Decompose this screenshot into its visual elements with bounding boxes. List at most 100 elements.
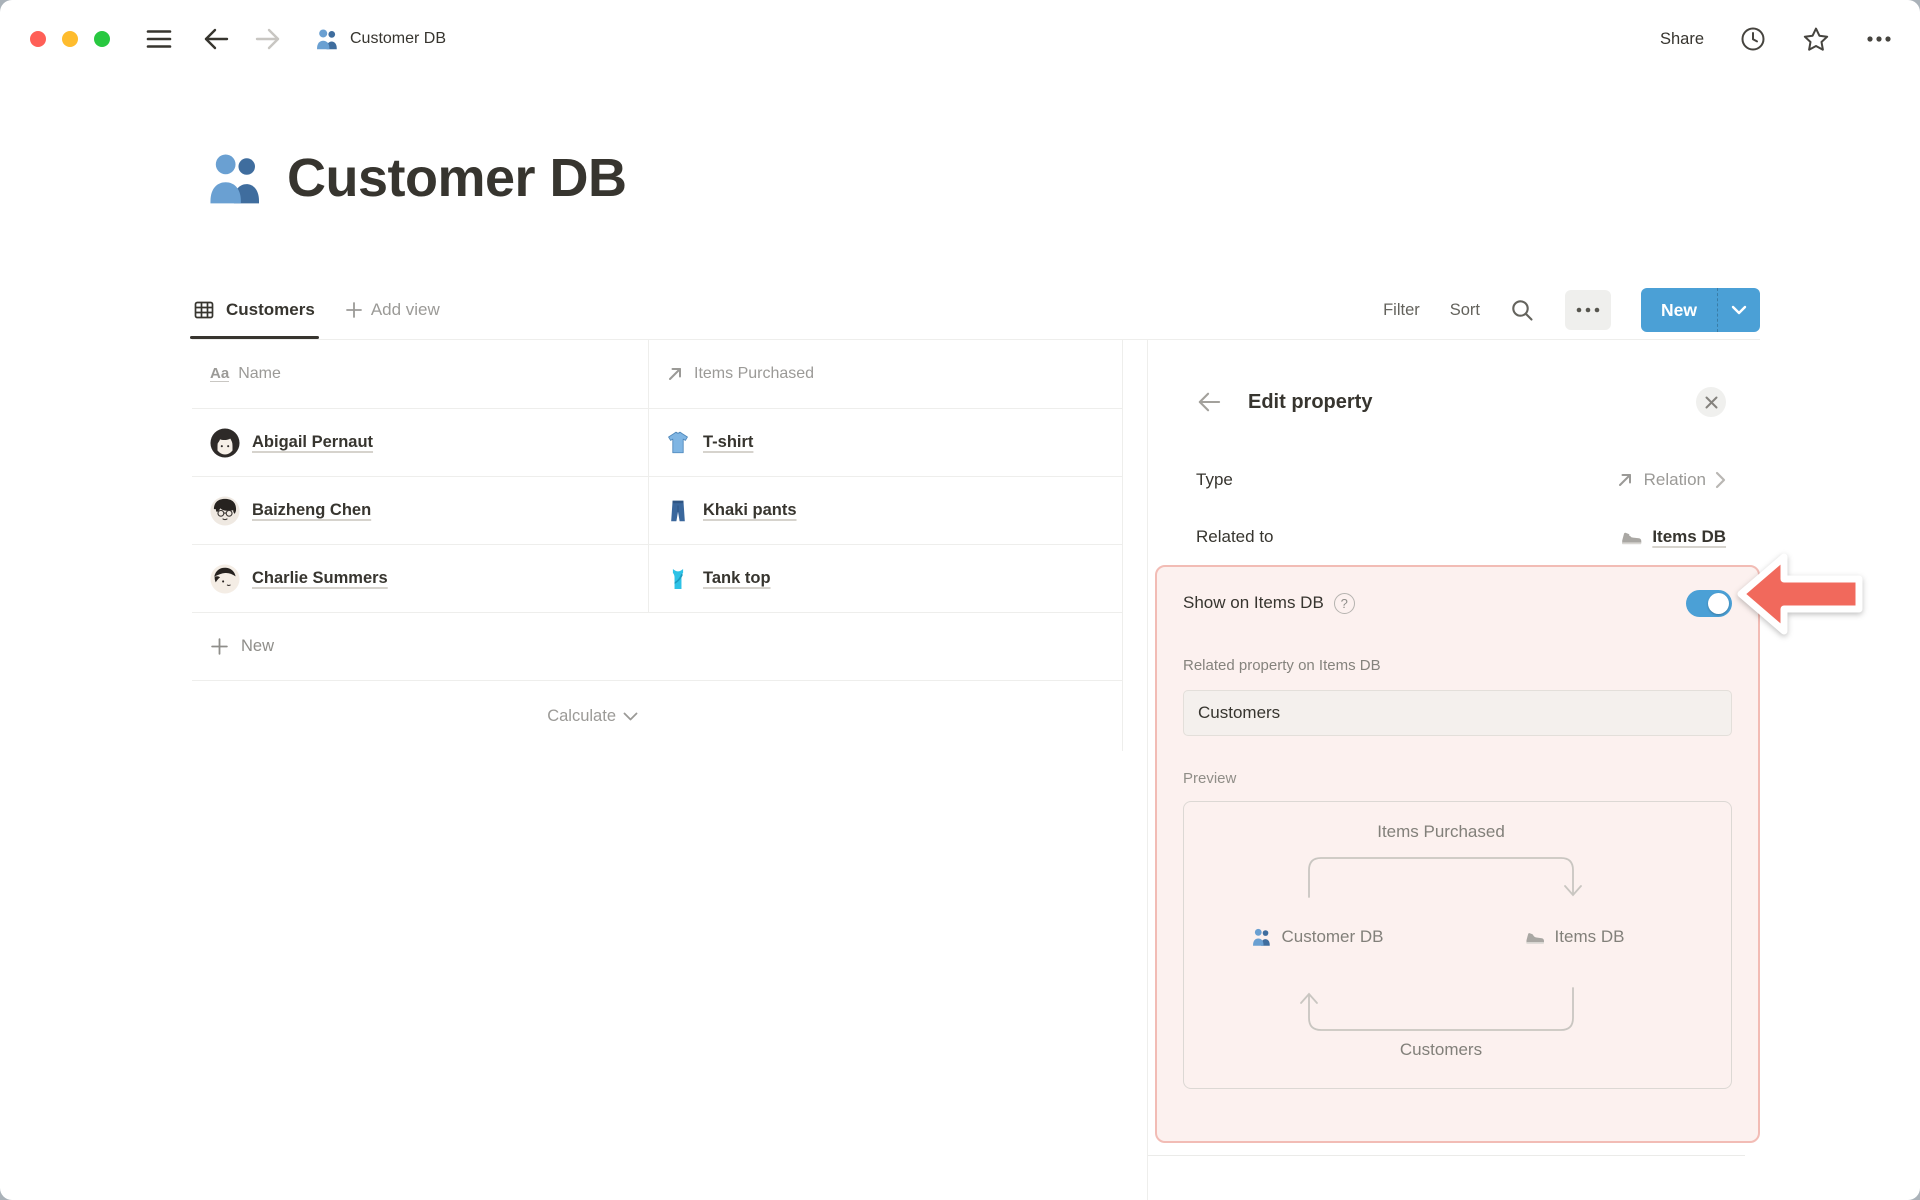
ellipsis-icon[interactable] (1866, 35, 1892, 43)
view-toolbar: Customers Add view Filter Sort New (190, 281, 1760, 339)
panel-title: Edit property (1248, 390, 1373, 413)
items-cell[interactable]: T-shirt (648, 409, 1122, 476)
sneaker-icon (1619, 525, 1643, 549)
plus-icon (345, 301, 363, 319)
panel-back-icon[interactable] (1196, 391, 1222, 413)
type-value-button[interactable]: Relation (1615, 470, 1726, 490)
type-value-label: Relation (1643, 470, 1706, 489)
add-view-label: Add view (370, 300, 440, 319)
relation-arrow-icon (1615, 470, 1635, 490)
star-icon[interactable] (1802, 26, 1830, 53)
app-window: Customer DB Share Customer DB Customers … (0, 0, 1920, 1200)
people-icon (203, 146, 267, 210)
red-pointer-arrow (1737, 553, 1863, 635)
row-item-link[interactable]: Tank top (703, 569, 771, 588)
table-row: Charlie Summers Tank top (192, 545, 1122, 613)
chevron-down-icon[interactable] (1717, 288, 1760, 332)
related-property-input[interactable] (1183, 690, 1732, 736)
zoom-window-button[interactable] (94, 31, 110, 47)
breadcrumb-label: Customer DB (350, 30, 447, 47)
tshirt-icon (665, 430, 691, 456)
related-to-label: Related to (1196, 527, 1274, 546)
clock-icon[interactable] (1740, 26, 1766, 52)
sort-button[interactable]: Sort (1450, 301, 1480, 320)
help-icon[interactable]: ? (1333, 592, 1355, 614)
filter-button[interactable]: Filter (1383, 301, 1420, 320)
share-button[interactable]: Share (1660, 30, 1704, 49)
breadcrumb[interactable]: Customer DB (314, 26, 446, 52)
table-row: Baizheng Chen Khaki pants (192, 477, 1122, 545)
preview-bottom-label: Customers (1399, 1040, 1483, 1059)
name-cell[interactable]: Baizheng Chen (192, 477, 648, 544)
panel-section-divider (1148, 1155, 1745, 1156)
column-header-items-purchased[interactable]: Items Purchased (648, 340, 1122, 408)
relation-preview-diagram: Items Purchased Customer DB Items DB Cus… (1183, 801, 1732, 1089)
highlighted-settings-box: Show on Items DB ? Related property on I… (1155, 565, 1760, 1143)
type-row: Type Relation (1196, 460, 1726, 500)
jeans-icon (665, 498, 691, 524)
row-item-link[interactable]: T-shirt (703, 433, 753, 452)
title-property-icon: Aa (210, 364, 230, 383)
calculate-row: Calculate (192, 681, 1122, 751)
new-button-label: New (1661, 299, 1697, 320)
calculate-button[interactable]: Calculate (192, 681, 648, 751)
chevron-right-icon (1715, 471, 1726, 489)
page-title: Customer DB (287, 148, 627, 208)
calculate-label: Calculate (547, 706, 616, 725)
tank-top-icon (665, 566, 691, 592)
row-name-link[interactable]: Baizheng Chen (252, 501, 371, 520)
people-icon (1250, 926, 1272, 948)
related-to-row: Related to Items DB (1196, 517, 1726, 557)
minimize-window-button[interactable] (62, 31, 78, 47)
show-on-items-db-row: Show on Items DB ? (1183, 579, 1732, 627)
hamburger-icon[interactable] (146, 28, 172, 50)
row-item-link[interactable]: Khaki pants (703, 501, 797, 520)
column-header-name[interactable]: Aa Name (192, 340, 648, 408)
page-header: Customer DB (203, 146, 627, 210)
show-toggle-label: Show on Items DB (1183, 593, 1324, 612)
panel-divider (1147, 340, 1148, 1200)
type-label: Type (1196, 470, 1233, 489)
table-row: Abigail Pernaut T-shirt (192, 409, 1122, 477)
avatar (210, 495, 240, 526)
name-cell[interactable]: Abigail Pernaut (192, 409, 648, 476)
plus-icon (210, 637, 229, 656)
name-cell[interactable]: Charlie Summers (192, 545, 648, 612)
tab-label: Customers (226, 300, 315, 319)
items-cell[interactable]: Khaki pants (648, 477, 1122, 544)
row-name-link[interactable]: Charlie Summers (252, 569, 388, 588)
chevron-down-icon (623, 712, 638, 721)
close-icon[interactable] (1696, 387, 1726, 417)
row-name-link[interactable]: Abigail Pernaut (252, 433, 373, 452)
related-to-value-button[interactable]: Items DB (1619, 525, 1726, 549)
preview-top-label: Items Purchased (1377, 822, 1505, 841)
column-items-label: Items Purchased (694, 365, 815, 382)
show-on-items-db-toggle[interactable] (1686, 589, 1732, 617)
title-bar: Customer DB Share (0, 0, 1920, 78)
search-icon[interactable] (1510, 298, 1535, 323)
related-to-value-label: Items DB (1652, 527, 1726, 546)
people-icon (314, 26, 340, 52)
window-controls (30, 31, 110, 47)
topbar-actions: Share (1660, 26, 1892, 53)
more-options-button[interactable] (1565, 290, 1612, 330)
new-record-button[interactable]: New (1641, 288, 1760, 332)
avatar (210, 563, 240, 594)
add-view-button[interactable]: Add view (345, 300, 440, 320)
back-icon[interactable] (202, 27, 230, 51)
preview-right-node-label: Items DB (1554, 927, 1625, 946)
close-window-button[interactable] (30, 31, 46, 47)
new-row-button[interactable]: New (192, 613, 1122, 681)
view-controls: Filter Sort New (1383, 288, 1760, 332)
items-cell[interactable]: Tank top (648, 545, 1122, 612)
avatar (210, 427, 240, 458)
preview-left-node-label: Customer DB (1281, 927, 1384, 946)
column-name-label: Name (238, 365, 281, 382)
customers-table: Aa Name Items Purchased Abigail Pernaut (192, 340, 1123, 751)
related-property-label: Related property on Items DB (1183, 657, 1381, 674)
relation-arrow-icon (665, 364, 685, 384)
forward-icon[interactable] (254, 27, 282, 51)
tab-customers[interactable]: Customers (190, 281, 319, 339)
table-view-icon (192, 298, 216, 322)
toggle-knob (1708, 592, 1729, 614)
